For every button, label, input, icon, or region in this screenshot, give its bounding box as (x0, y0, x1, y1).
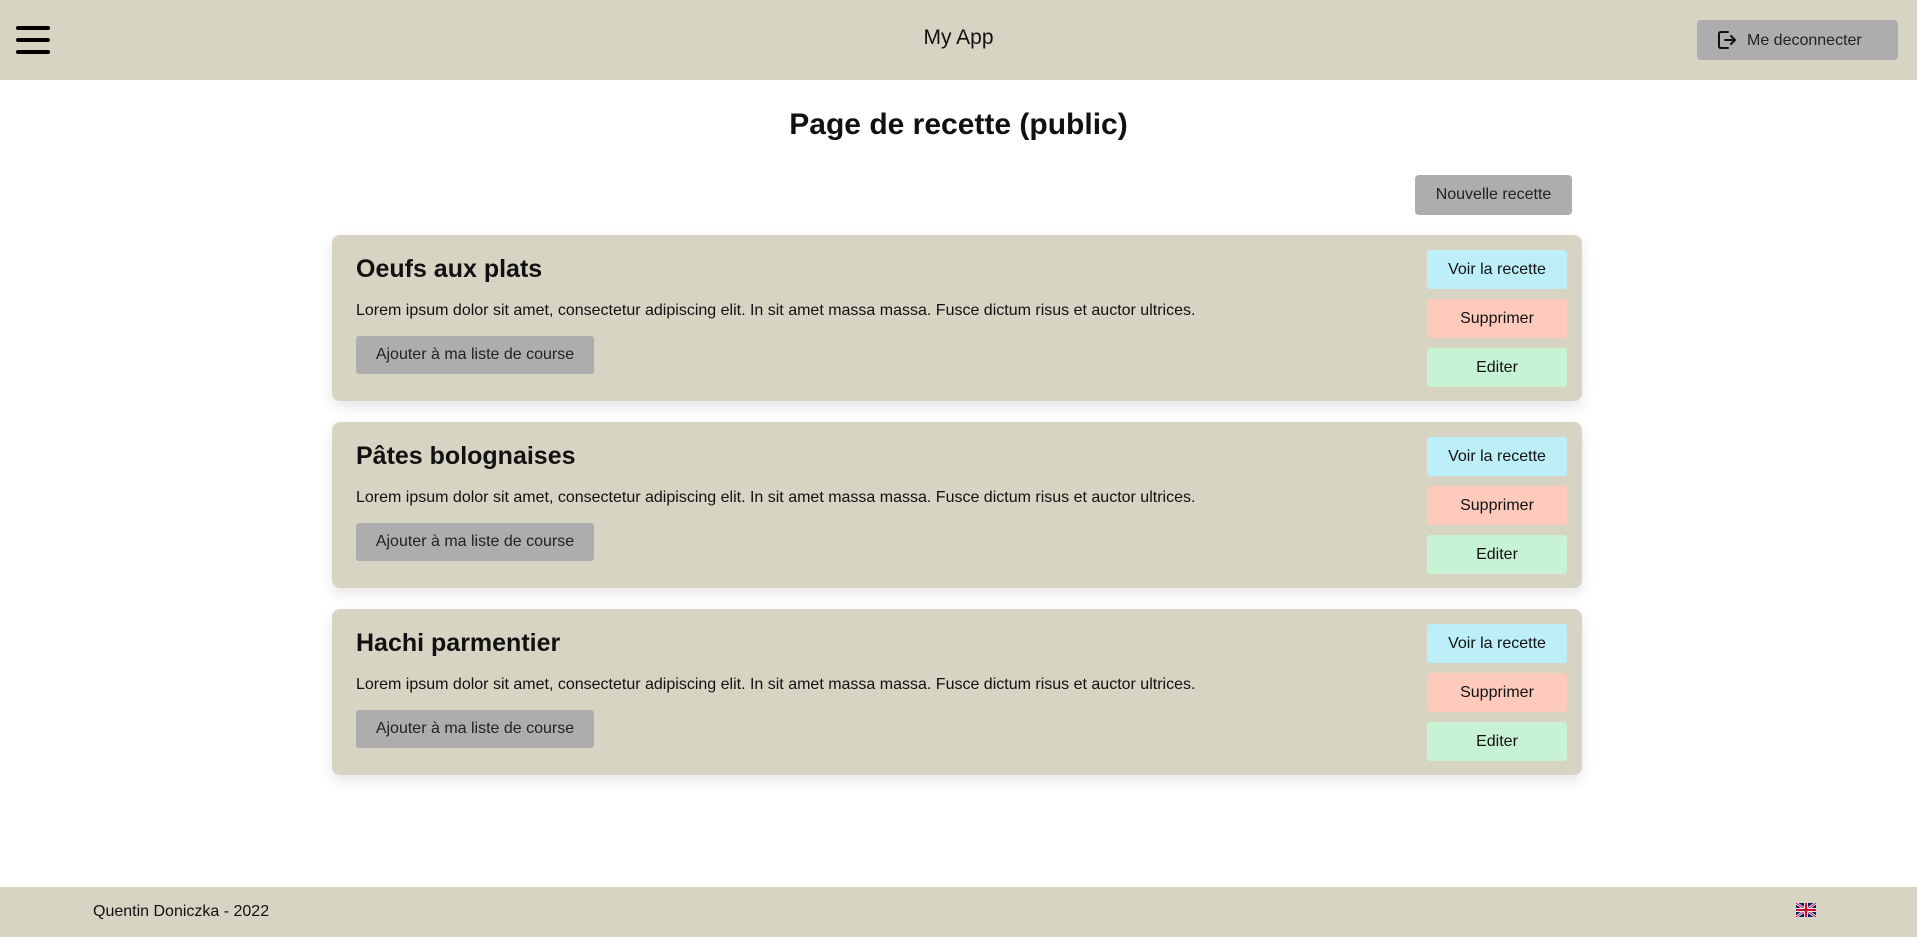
recipe-card: Hachi parmentier Lorem ipsum dolor sit a… (332, 609, 1582, 775)
add-to-shopping-list-button[interactable]: Ajouter à ma liste de course (356, 523, 594, 561)
add-to-shopping-list-button[interactable]: Ajouter à ma liste de course (356, 710, 594, 748)
logout-icon (1718, 31, 1736, 49)
page-title: Page de recette (public) (789, 108, 1128, 141)
view-recipe-button[interactable]: Voir la recette (1427, 250, 1567, 289)
top-bar: My App Me deconnecter (0, 0, 1917, 80)
logout-label: Me deconnecter (1747, 32, 1862, 49)
delete-recipe-button[interactable]: Supprimer (1427, 486, 1567, 525)
logout-button[interactable]: Me deconnecter (1697, 20, 1898, 60)
recipe-title: Pâtes bolognaises (356, 442, 576, 470)
recipe-description: Lorem ipsum dolor sit amet, consectetur … (356, 676, 1196, 693)
recipe-title: Hachi parmentier (356, 629, 561, 657)
view-recipe-button[interactable]: Voir la recette (1427, 437, 1567, 476)
add-to-shopping-list-button[interactable]: Ajouter à ma liste de course (356, 336, 594, 374)
recipe-description: Lorem ipsum dolor sit amet, consectetur … (356, 302, 1196, 319)
uk-flag-icon[interactable] (1795, 901, 1817, 919)
edit-recipe-button[interactable]: Editer (1427, 535, 1567, 574)
footer-credit: Quentin Doniczka - 2022 (93, 903, 270, 920)
page: My App Me deconnecter Page de recette (p… (0, 0, 1917, 937)
recipe-card: Oeufs aux plats Lorem ipsum dolor sit am… (332, 235, 1582, 401)
recipe-description: Lorem ipsum dolor sit amet, consectetur … (356, 489, 1196, 506)
view-recipe-button[interactable]: Voir la recette (1427, 624, 1567, 663)
app-title: My App (923, 26, 994, 49)
recipe-title: Oeufs aux plats (356, 255, 543, 283)
edit-recipe-button[interactable]: Editer (1427, 722, 1567, 761)
delete-recipe-button[interactable]: Supprimer (1427, 673, 1567, 712)
new-recipe-button[interactable]: Nouvelle recette (1415, 175, 1572, 215)
footer: Quentin Doniczka - 2022 (0, 887, 1917, 937)
delete-recipe-button[interactable]: Supprimer (1427, 299, 1567, 338)
recipe-card: Pâtes bolognaises Lorem ipsum dolor sit … (332, 422, 1582, 588)
edit-recipe-button[interactable]: Editer (1427, 348, 1567, 387)
